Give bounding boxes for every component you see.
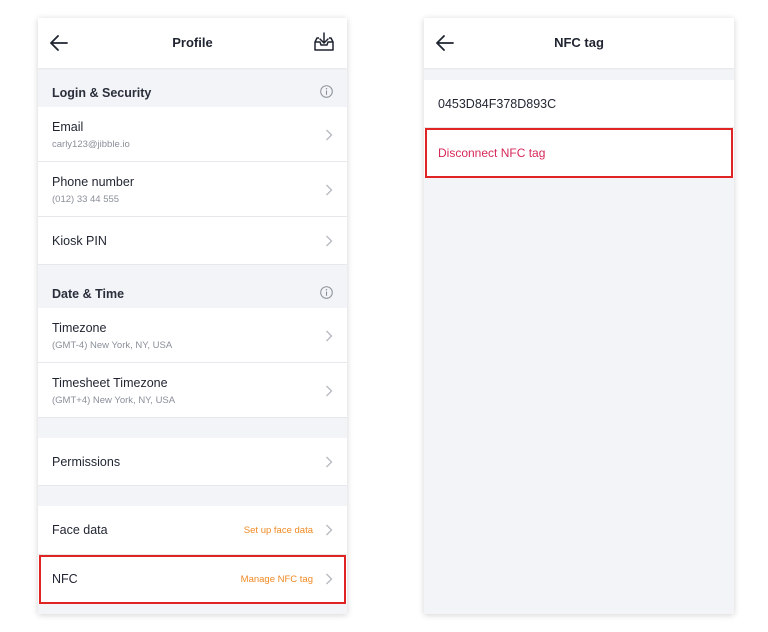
- nfc-tag-screen: NFC tag 0453D84F378D893C Disconnect NFC …: [424, 18, 734, 614]
- chevron-right-icon: [326, 235, 333, 247]
- chevron-right-icon: [326, 184, 333, 196]
- chevron-right-icon: [326, 456, 333, 468]
- phone-number-row[interactable]: Phone number (012) 33 44 555: [38, 162, 347, 217]
- chevron-right-icon: [326, 524, 333, 536]
- nfc-row-highlight-box: [39, 555, 346, 604]
- timezone-row[interactable]: Timezone (GMT-4) New York, NY, USA: [38, 308, 347, 363]
- disconnect-highlight-box: [425, 128, 733, 178]
- section-header-date-time: Date & Time: [38, 274, 347, 312]
- email-row[interactable]: Email carly123@jibble.io: [38, 107, 347, 162]
- nfc-header: NFC tag: [424, 18, 734, 68]
- nfc-tag-id-row: 0453D84F378D893C: [424, 80, 734, 128]
- timesheet-timezone-row[interactable]: Timesheet Timezone (GMT+4) New York, NY,…: [38, 363, 347, 418]
- row-label: Permissions: [52, 455, 121, 469]
- face-data-row[interactable]: Face data Set up face data: [38, 506, 347, 555]
- profile-screen: Profile Login & Security Email carly123@…: [38, 18, 347, 614]
- chevron-right-icon: [326, 385, 333, 397]
- row-value: (GMT-4) New York, NY, USA: [52, 340, 173, 351]
- chevron-right-icon: [326, 330, 333, 342]
- row-label: Timezone: [52, 321, 107, 335]
- download-icon[interactable]: [313, 32, 335, 52]
- info-icon[interactable]: [320, 85, 333, 98]
- section-title: Date & Time: [52, 287, 125, 301]
- permissions-row[interactable]: Permissions: [38, 438, 347, 486]
- row-value: (012) 33 44 555: [52, 194, 120, 205]
- info-icon[interactable]: [320, 286, 333, 299]
- profile-header: Profile: [38, 18, 347, 68]
- row-label: Email: [52, 120, 84, 134]
- row-value: carly123@jibble.io: [52, 139, 130, 150]
- row-label: Phone number: [52, 175, 135, 189]
- row-value: (GMT+4) New York, NY, USA: [52, 395, 176, 406]
- nfc-tag-id: 0453D84F378D893C: [438, 97, 557, 111]
- row-label: Face data: [52, 523, 108, 537]
- chevron-right-icon: [326, 129, 333, 141]
- section-title: Login & Security: [52, 86, 152, 100]
- page-title: NFC tag: [554, 35, 604, 50]
- row-label: Kiosk PIN: [52, 234, 107, 248]
- row-label: Timesheet Timezone: [52, 376, 168, 390]
- kiosk-pin-row[interactable]: Kiosk PIN: [38, 217, 347, 265]
- set-up-face-data-link[interactable]: Set up face data: [244, 525, 313, 536]
- section-header-login-security: Login & Security: [38, 73, 347, 111]
- page-title: Profile: [172, 35, 213, 50]
